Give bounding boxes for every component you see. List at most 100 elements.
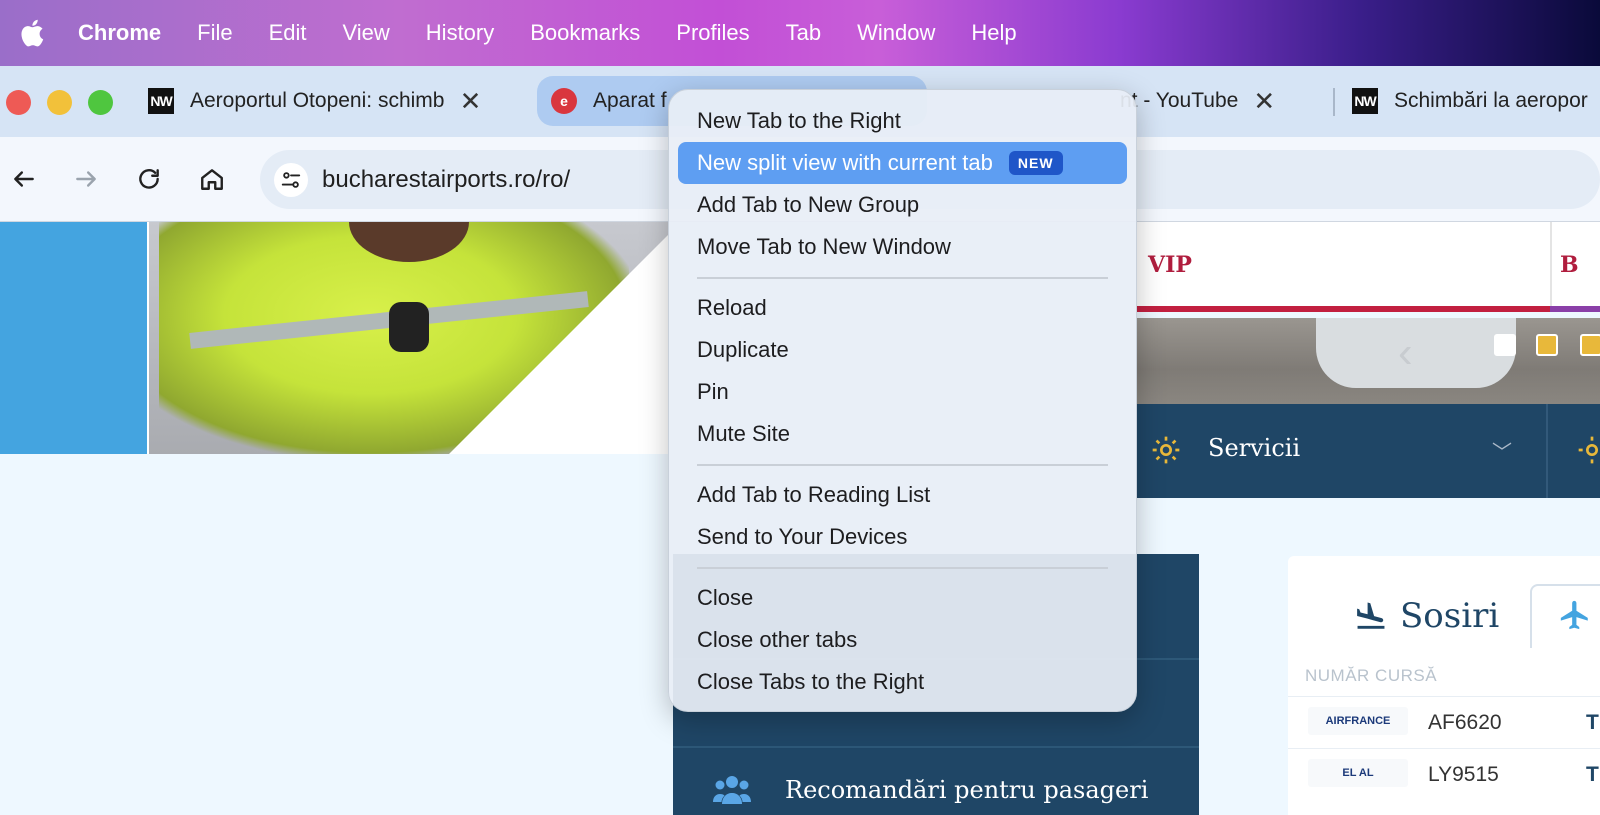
menu-window[interactable]: Window [839, 0, 953, 66]
menu-item-add-to-group[interactable]: Add Tab to New Group [678, 184, 1127, 226]
site-info-icon[interactable] [274, 162, 308, 197]
tab-divider [1333, 88, 1335, 116]
plane-landing-icon [1357, 602, 1385, 629]
window-minimize-button[interactable] [47, 90, 72, 115]
tab-aeroportul-otopeni[interactable]: NW Aeroportul Otopeni: schimb ✕ [148, 76, 513, 126]
menu-item-label: Pin [697, 379, 729, 404]
back-arrow-icon [14, 171, 34, 187]
tab-schimbari-aeroport[interactable]: NW Schimbări la aeropor [1352, 76, 1600, 126]
menu-item-label: Add Tab to New Group [697, 192, 920, 217]
arrivals-label: Sosiri [1400, 596, 1500, 636]
flights-widget: Sosiri NUMĂR CURSĂ AIRFRANCE AF6620 T EL… [1288, 556, 1600, 815]
menu-item-label: Duplicate [697, 337, 789, 362]
flight-terminal: T [1586, 711, 1599, 734]
menu-item-label: Close other tabs [697, 627, 858, 652]
services-nav: Servicii ﹀ [1136, 404, 1600, 498]
menu-item-move-to-window[interactable]: Move Tab to New Window [678, 226, 1127, 268]
menu-separator [697, 268, 1108, 287]
flight-number-header: NUMĂR CURSĂ [1305, 666, 1438, 685]
flight-code: LY9515 [1428, 763, 1499, 786]
table-row[interactable]: AIRFRANCE AF6620 T [1288, 696, 1600, 748]
tab-title: nt - YouTube [1120, 89, 1239, 112]
url-text[interactable]: bucharestairports.ro/ro/ [322, 166, 570, 194]
forward-button[interactable] [66, 159, 106, 199]
arrivals-tab[interactable]: Sosiri [1354, 596, 1499, 636]
menu-item-label: Add Tab to Reading List [697, 482, 931, 507]
tab-context-menu: New Tab to the Right New split view with… [668, 89, 1137, 712]
menu-item-duplicate[interactable]: Duplicate [678, 329, 1127, 371]
newsweek-favicon-icon: NW [1352, 88, 1378, 114]
people-icon [713, 776, 751, 804]
menu-item-close-other-tabs[interactable]: Close other tabs [678, 619, 1127, 661]
home-button[interactable] [192, 159, 232, 199]
menu-item-mute-site[interactable]: Mute Site [678, 413, 1127, 455]
menu-item-label: New split view with current tab [697, 150, 993, 175]
back-button[interactable] [4, 159, 44, 199]
tab-title: Schimbări la aeropor [1394, 89, 1588, 112]
window-close-button[interactable] [6, 90, 31, 115]
e-favicon-icon: e [551, 88, 577, 114]
menu-item-close-tabs-right[interactable]: Close Tabs to the Right [678, 661, 1127, 703]
carousel-dot[interactable] [1536, 334, 1558, 356]
menu-item-label: New Tab to the Right [697, 108, 901, 133]
tab-title: Aeroportul Otopeni: schimb [190, 89, 445, 112]
hero-image [147, 222, 669, 454]
menu-item-label: Move Tab to New Window [697, 234, 951, 259]
menu-tab[interactable]: Tab [768, 0, 839, 66]
apple-menu-icon[interactable] [0, 0, 64, 66]
menu-profiles[interactable]: Profiles [658, 0, 767, 66]
chevron-down-icon[interactable]: ﹀ [1492, 436, 1512, 465]
tab-close-icon[interactable]: ✕ [1252, 86, 1276, 117]
flight-code: AF6620 [1428, 711, 1502, 734]
gear-icon [1578, 436, 1598, 464]
menu-file[interactable]: File [179, 0, 250, 66]
macos-menu-bar: Chrome File Edit View History Bookmarks … [0, 0, 1600, 66]
menu-separator [697, 455, 1108, 474]
tab-title: Aparat f [593, 89, 667, 112]
menu-item-label: Reload [697, 295, 767, 320]
menu-item-reload[interactable]: Reload [678, 287, 1127, 329]
departures-tab[interactable] [1530, 584, 1600, 648]
reload-button[interactable] [129, 159, 169, 199]
carousel-dot[interactable] [1494, 334, 1516, 356]
menu-item-pin[interactable]: Pin [678, 371, 1127, 413]
menu-item-label: Close [697, 585, 754, 610]
new-badge: NEW [1008, 151, 1063, 175]
carousel-prev-icon[interactable]: ‹ [1398, 328, 1413, 378]
passenger-recommendations-link[interactable]: Recomandări pentru pasageri [785, 776, 1148, 804]
menu-item-label: Mute Site [697, 421, 790, 446]
menu-edit[interactable]: Edit [251, 0, 325, 66]
tab-close-icon[interactable]: ✕ [458, 86, 482, 117]
menu-item-new-split-view[interactable]: New split view with current tab NEW [678, 142, 1127, 184]
carousel-dot[interactable] [1580, 334, 1600, 356]
menu-item-label: Close Tabs to the Right [697, 669, 925, 694]
menu-item-close[interactable]: Close [678, 577, 1127, 619]
menu-item-new-tab-right[interactable]: New Tab to the Right [678, 100, 1127, 142]
menu-item-reading-list[interactable]: Add Tab to Reading List [678, 474, 1127, 516]
menu-chrome[interactable]: Chrome [64, 0, 179, 66]
plane-takeoff-icon [1560, 600, 1588, 630]
newsweek-favicon-icon: NW [148, 88, 174, 114]
window-zoom-button[interactable] [88, 90, 113, 115]
home-icon [201, 169, 223, 190]
tab-youtube[interactable]: nt - YouTube ✕ [1120, 76, 1320, 126]
flight-terminal: T [1586, 763, 1599, 786]
blue-banner [0, 222, 147, 454]
menu-view[interactable]: View [325, 0, 408, 66]
carousel-image: ‹ [1136, 318, 1600, 404]
gear-icon [1152, 436, 1180, 464]
airline-logo: AIRFRANCE [1308, 707, 1408, 735]
reload-icon [139, 169, 159, 189]
services-menu-label[interactable]: Servicii [1208, 434, 1300, 462]
menu-bookmarks[interactable]: Bookmarks [512, 0, 658, 66]
forward-arrow-icon [76, 171, 96, 187]
table-row[interactable]: EL AL LY9515 T [1288, 748, 1600, 800]
menu-item-label: Send to Your Devices [697, 524, 908, 549]
airline-logo: EL AL [1308, 759, 1408, 787]
nav-b-link[interactable]: B [1560, 252, 1579, 278]
nav-vip-link[interactable]: VIP [1148, 252, 1192, 278]
menu-history[interactable]: History [408, 0, 512, 66]
top-nav-bar: VIP B [1136, 222, 1600, 312]
menu-help[interactable]: Help [953, 0, 1034, 66]
menu-item-send-to-devices[interactable]: Send to Your Devices [678, 516, 1127, 558]
